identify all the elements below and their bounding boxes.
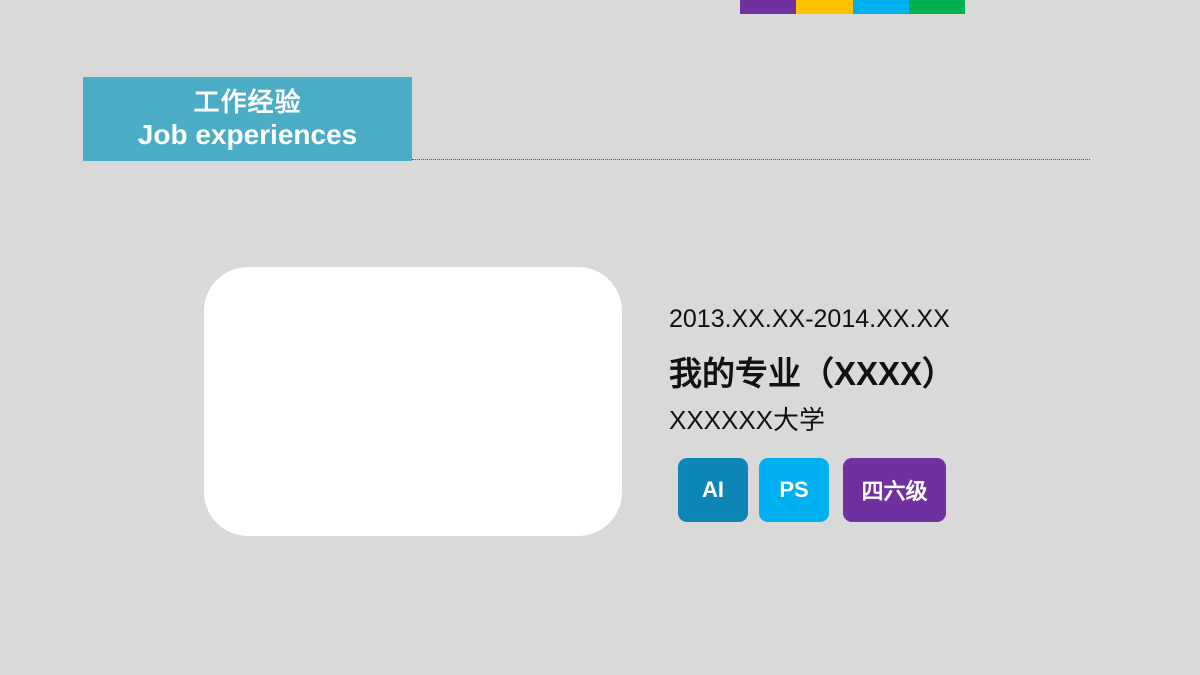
strip-segment-purple: [740, 0, 797, 14]
skill-tag-ai[interactable]: AI: [678, 458, 748, 522]
strip-segment-yellow: [796, 0, 853, 14]
skill-tags: AI PS 四六级: [678, 458, 946, 522]
skill-tag-ps[interactable]: PS: [759, 458, 829, 522]
school-name: XXXXXX大学: [669, 405, 826, 435]
section-title-en: Job experiences: [137, 118, 358, 150]
strip-segment-blue: [852, 0, 909, 14]
strip-segment-green: [908, 0, 965, 14]
photo-placeholder[interactable]: [204, 267, 622, 536]
header-divider: [412, 159, 1090, 160]
skill-tag-cet[interactable]: 四六级: [843, 458, 946, 522]
section-title-cn: 工作经验: [193, 86, 302, 117]
date-range: 2013.XX.XX-2014.XX.XX: [669, 305, 950, 333]
major-title: 我的专业（XXXX）: [669, 355, 956, 392]
color-strip: [740, 0, 965, 14]
section-header: 工作经验 Job experiences: [83, 77, 412, 161]
